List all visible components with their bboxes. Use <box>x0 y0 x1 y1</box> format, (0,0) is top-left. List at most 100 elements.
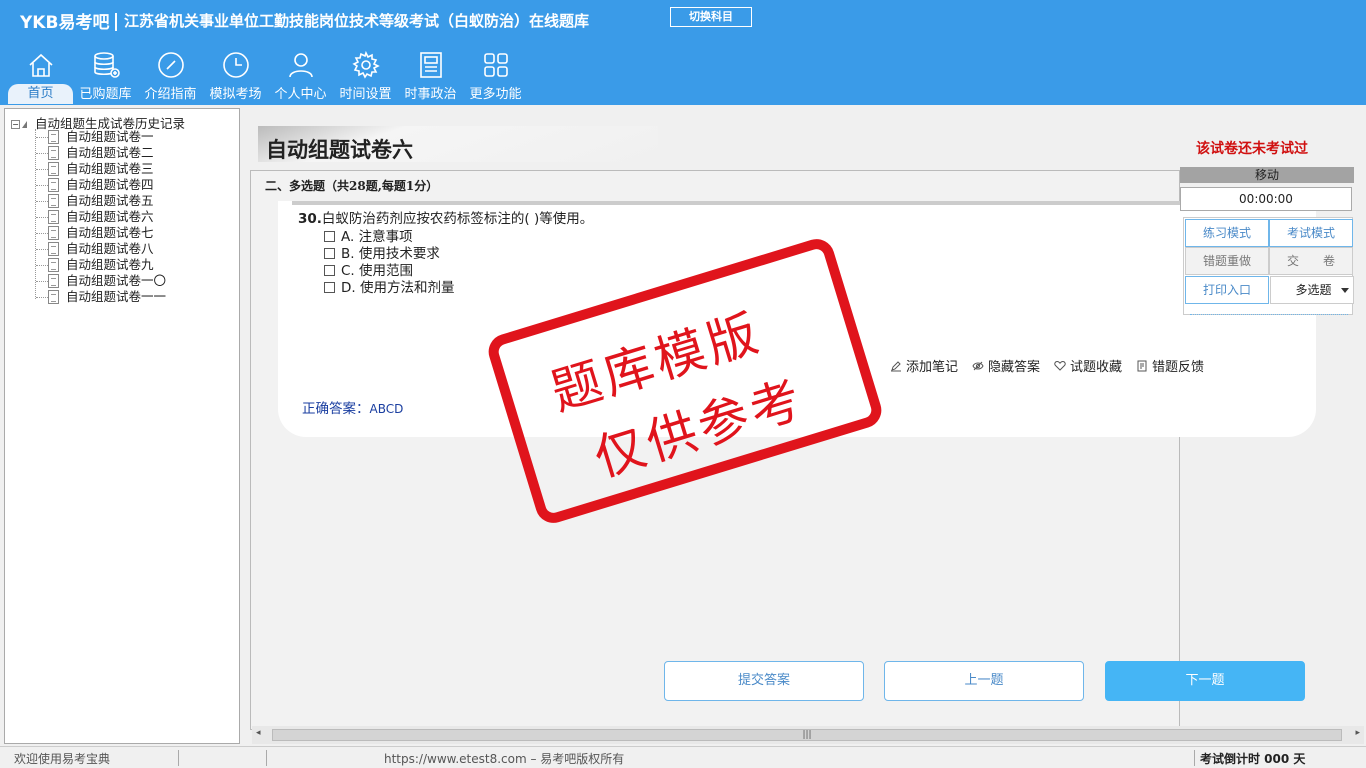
checkbox[interactable] <box>324 282 335 293</box>
tree-item[interactable]: 自动组题试卷九 <box>36 257 166 273</box>
tree-item[interactable]: 自动组题试卷四 <box>36 177 166 193</box>
answer-label: 正确答案： <box>302 401 370 417</box>
hand-in-button[interactable]: 交 卷 <box>1269 247 1353 275</box>
document-icon <box>48 242 59 256</box>
horizontal-scrollbar[interactable]: ◂ ||| ▸ <box>252 726 1364 744</box>
checkbox[interactable] <box>324 265 335 276</box>
copyright-text: https://www.etest8.com – 易考吧版权所有 <box>384 752 625 766</box>
exam-status-text: 该试卷还未考试过 <box>1196 141 1308 157</box>
hide-answer-button[interactable]: 隐藏答案 <box>972 356 1040 375</box>
redo-wrong-button[interactable]: 错题重做 <box>1185 247 1269 275</box>
favorite-button[interactable]: 试题收藏 <box>1054 356 1122 375</box>
document-icon <box>48 130 59 144</box>
practice-mode-button[interactable]: 练习模式 <box>1185 219 1269 247</box>
tree-item[interactable]: 自动组题试卷三 <box>36 161 166 177</box>
nav-label: 首页 <box>8 84 73 104</box>
tree-item-label: 自动组题试卷三 <box>66 161 154 176</box>
question-number: 30. <box>298 211 322 227</box>
tree-item[interactable]: 自动组题试卷一一 <box>36 289 166 305</box>
switch-subject-button[interactable]: 切换科目 <box>670 7 752 27</box>
question-tools: 添加笔记 隐藏答案 试题收藏 错题反馈 <box>890 356 1204 375</box>
nav-label: 更多功能 <box>469 87 522 102</box>
tree-item[interactable]: 自动组题试卷五 <box>36 193 166 209</box>
document-icon <box>48 162 59 176</box>
document-icon <box>48 226 59 240</box>
gear-icon <box>351 50 380 79</box>
exam-mode-button[interactable]: 考试模式 <box>1269 219 1353 247</box>
document-icon <box>48 194 59 208</box>
paper-history-tree: − 自动组题生成试卷历史记录 自动组题试卷一 自动组题试卷二 自动组题试卷三 自动… <box>4 108 240 744</box>
heart-icon <box>1054 360 1066 371</box>
tree-item-label: 自动组题试卷九 <box>66 257 154 272</box>
checkbox[interactable] <box>324 248 335 259</box>
main-nav: 首页 已购题库 介绍指南 模拟考场 个人中心 时间设置 时事政治 更多功能 <box>8 48 528 104</box>
nav-guide[interactable]: 介绍指南 <box>138 48 203 104</box>
nav-more[interactable]: 更多功能 <box>463 48 528 104</box>
nav-mock-exam[interactable]: 模拟考场 <box>203 48 268 104</box>
tree-item[interactable]: 自动组题试卷一〇 <box>36 273 166 289</box>
divider <box>266 750 267 766</box>
correct-answer: 正确答案：ABCD <box>302 397 403 417</box>
previous-question-button[interactable]: 上一题 <box>884 661 1084 701</box>
tree-item-label: 自动组题试卷二 <box>66 145 154 160</box>
tree-item[interactable]: 自动组题试卷二 <box>36 145 166 161</box>
app-logo: YKB易考吧 <box>20 8 123 33</box>
tree-item-selected[interactable]: 自动组题试卷六 <box>36 209 166 225</box>
nav-label: 模拟考场 <box>209 87 262 102</box>
divider <box>1194 750 1195 766</box>
welcome-text: 欢迎使用易考宝典 <box>14 752 111 766</box>
document-icon <box>48 178 59 192</box>
scroll-right-icon[interactable]: ▸ <box>1355 728 1360 738</box>
tool-label: 错题反馈 <box>1152 360 1205 375</box>
add-note-button[interactable]: 添加笔记 <box>890 356 958 375</box>
tree-item[interactable]: 自动组题试卷一 <box>36 129 166 145</box>
nav-time-settings[interactable]: 时间设置 <box>333 48 398 104</box>
scrollbar-thumb[interactable]: ||| <box>272 729 1342 741</box>
tree-item-label: 自动组题试卷一〇 <box>66 273 167 288</box>
error-feedback-button[interactable]: 错题反馈 <box>1136 356 1204 375</box>
compass-icon <box>157 52 184 78</box>
clock-icon <box>222 52 249 78</box>
question-text: 30.白蚁防治药剂应按农药标签标注的( )等使用。 <box>298 207 593 227</box>
option-d[interactable]: D. 使用方法和剂量 <box>324 276 454 296</box>
tree-item-label: 自动组题试卷一 <box>66 129 154 144</box>
tree-item[interactable]: 自动组题试卷八 <box>36 241 166 257</box>
next-question-button[interactable]: 下一题 <box>1105 661 1305 701</box>
answer-value: ABCD <box>369 402 404 416</box>
document-search-icon <box>48 210 59 224</box>
grid-icon <box>483 53 508 77</box>
tree-item-label: 自动组题试卷六 <box>66 209 154 224</box>
exam-countdown: 考试倒计时 000 天 <box>1200 752 1306 766</box>
tree-item-label: 自动组题试卷五 <box>66 193 154 208</box>
tree-item-label: 自动组题试卷八 <box>66 241 154 256</box>
paper-title-banner: 自动组题试卷六 <box>258 126 658 162</box>
nav-home[interactable]: 首页 <box>8 48 73 104</box>
question-type-select[interactable]: 多选题 <box>1270 276 1354 304</box>
feedback-icon <box>1137 360 1147 371</box>
nav-label: 时间设置 <box>339 87 392 102</box>
divider <box>1190 314 1348 315</box>
database-icon <box>93 52 120 78</box>
document-icon <box>48 258 59 272</box>
scroll-left-icon[interactable]: ◂ <box>256 728 261 738</box>
checkbox[interactable] <box>324 231 335 242</box>
tree-item-label: 自动组题试卷四 <box>66 177 154 192</box>
tool-label: 试题收藏 <box>1070 360 1123 375</box>
nav-current-affairs[interactable]: 时事政治 <box>398 48 463 104</box>
tree-item[interactable]: 自动组题试卷七 <box>36 225 166 241</box>
pencil-icon <box>891 360 901 371</box>
nav-label: 介绍指南 <box>144 87 197 102</box>
print-entry-button[interactable]: 打印入口 <box>1185 276 1269 304</box>
tree-item-label: 自动组题试卷七 <box>66 225 154 240</box>
chevron-down-icon <box>1341 288 1349 293</box>
nav-purchased[interactable]: 已购题库 <box>73 48 138 104</box>
tool-label: 添加笔记 <box>906 360 959 375</box>
app-title: 江苏省机关事业单位工勤技能岗位技术等级考试（白蚁防治）在线题库 <box>124 12 590 30</box>
collapse-toggle-icon[interactable]: − <box>11 120 20 129</box>
submit-answer-button[interactable]: 提交答案 <box>664 661 864 701</box>
nav-profile[interactable]: 个人中心 <box>268 48 333 104</box>
move-handle[interactable]: 移动 <box>1180 167 1354 183</box>
timer-display: 00:00:00 <box>1180 187 1352 211</box>
paper-title: 自动组题试卷六 <box>266 137 413 162</box>
nav-label: 时事政治 <box>404 87 457 102</box>
